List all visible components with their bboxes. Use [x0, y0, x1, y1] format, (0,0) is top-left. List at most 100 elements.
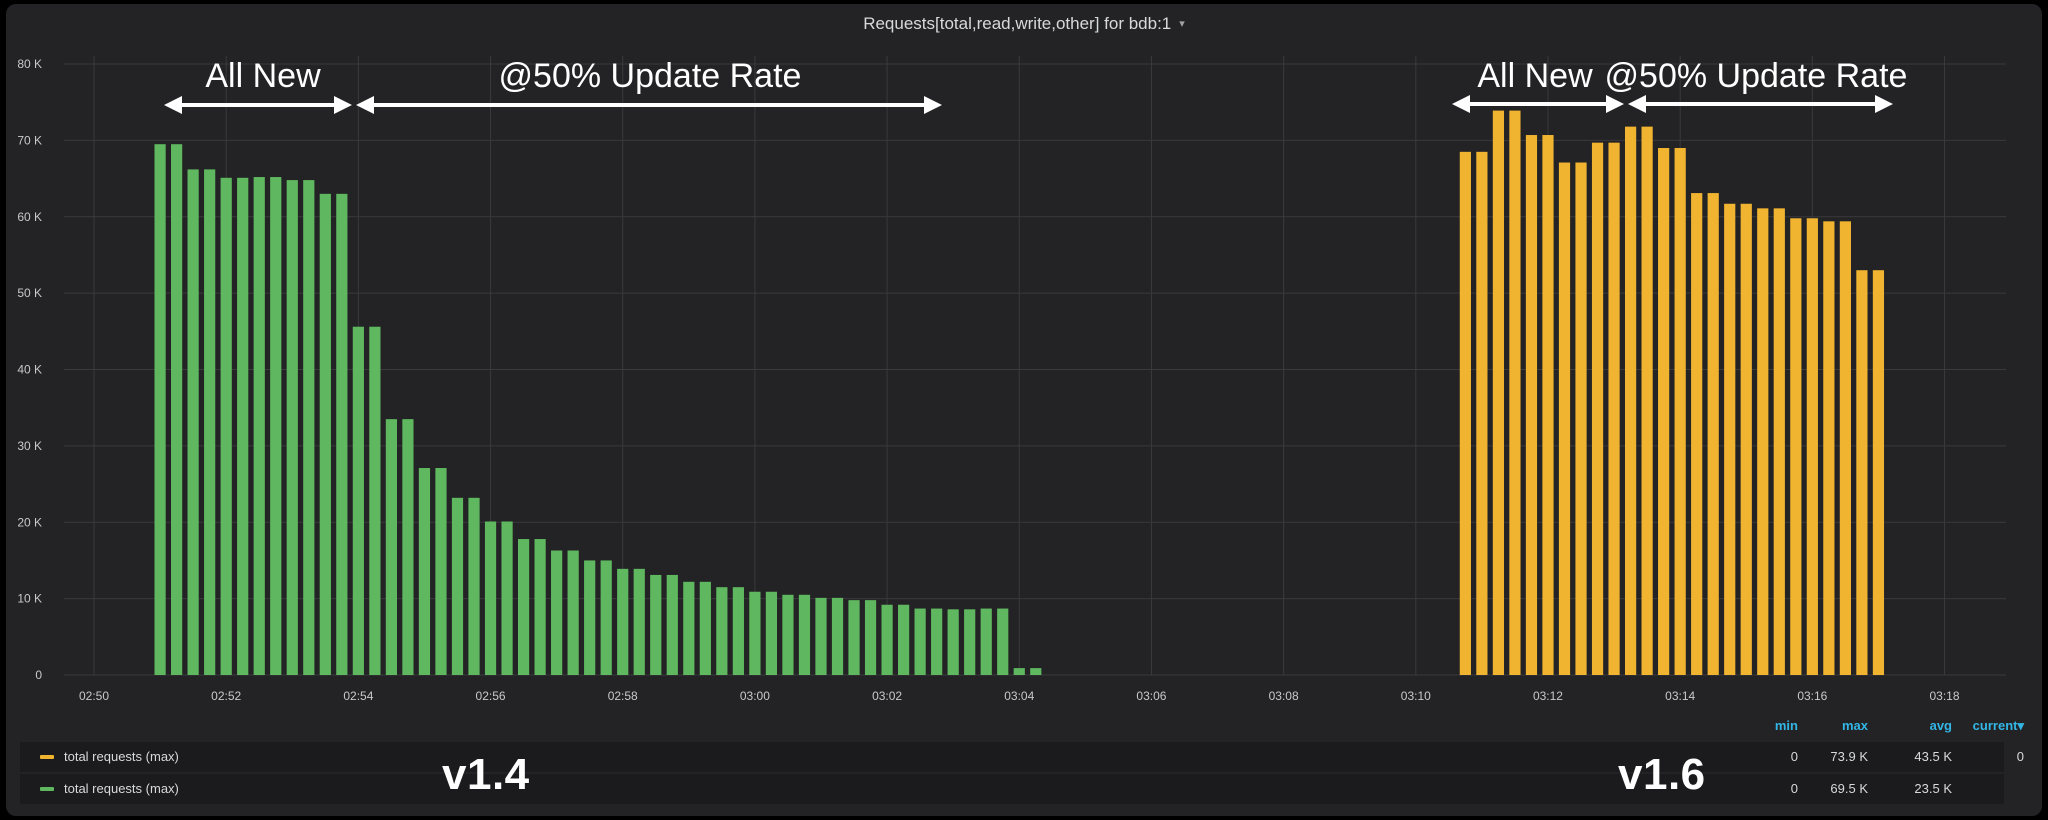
x-tick-label: 03:14: [1665, 689, 1695, 703]
y-tick-label: 50 K: [17, 286, 42, 300]
bar-v1-4: [650, 574, 662, 675]
legend-avg-value: 23.5 K: [1914, 781, 1952, 796]
bar-v1-4: [253, 177, 265, 675]
legend-swatch-v16[interactable]: [40, 755, 54, 759]
arrow-left-update-rate-icon-right-head: [924, 96, 942, 114]
bar-v1-4: [964, 609, 976, 675]
bar-v1-4: [204, 169, 216, 675]
bar-v1-6: [1856, 270, 1868, 675]
graph-panel: Requests[total,read,write,other] for bdb…: [6, 4, 2042, 816]
bar-v1-4: [782, 594, 794, 675]
y-tick-label: 10 K: [17, 592, 42, 606]
x-tick-label: 03:10: [1401, 689, 1431, 703]
bar-v1-4: [468, 497, 480, 675]
y-tick-label: 0: [35, 668, 42, 682]
bar-v1-6: [1591, 142, 1604, 675]
bar-v1-4: [551, 550, 563, 675]
bar-v1-4: [517, 539, 530, 675]
bar-v1-4: [270, 177, 282, 675]
chart-plot: 0 10 K 20 K 30 K 40 K 50 K 60 K 70 K 80 K 02:50 02…: [17, 56, 2006, 703]
x-tick-label: 03:00: [740, 689, 770, 703]
x-tick-label: 03:06: [1136, 689, 1166, 703]
bar-v1-4: [749, 591, 761, 675]
bar-v1-4: [484, 521, 497, 675]
bar-v1-4: [237, 177, 249, 675]
y-tick-label: 40 K: [17, 363, 42, 377]
bar-v1-6: [1691, 193, 1703, 676]
x-tick-label: 03:18: [1930, 689, 1960, 703]
bar-v1-4: [815, 597, 827, 675]
bar-v1-4: [683, 581, 695, 675]
y-tick-label: 60 K: [17, 210, 42, 224]
bar-v1-4: [666, 574, 678, 675]
bar-v1-4: [881, 604, 893, 675]
bar-v1-4: [600, 560, 612, 675]
bar-v1-4: [501, 521, 513, 675]
legend-label[interactable]: total requests (max): [64, 781, 179, 796]
bar-v1-6: [1459, 151, 1471, 676]
bar-v1-4: [997, 608, 1009, 675]
x-tick-label: 02:54: [343, 689, 373, 703]
bar-v1-6: [1641, 126, 1653, 675]
arrow-left-all-new-icon-right-head: [334, 96, 352, 114]
legend-avg-value: 43.5 K: [1914, 749, 1952, 764]
bar-v1-4: [534, 539, 546, 675]
arrow-right-all-new-icon-right-head: [1606, 95, 1624, 113]
bar-v1-4: [319, 193, 331, 675]
bar-v1-6: [1542, 135, 1554, 675]
legend-min-value: 0: [1790, 749, 1798, 764]
bar-v1-4: [765, 591, 778, 675]
bar-v1-6: [1773, 208, 1785, 675]
bar-v1-4: [617, 568, 629, 675]
bar-v1-6: [1724, 203, 1736, 676]
bar-v1-6: [1740, 203, 1752, 676]
arrow-right-all-new-icon-left-head: [1452, 95, 1470, 113]
bar-v1-6: [1790, 218, 1802, 675]
arrow-left-all-new-icon: [164, 96, 352, 114]
bar-v1-4: [385, 419, 398, 675]
bar-v1-6: [1757, 208, 1769, 675]
y-tick-label: 80 K: [17, 57, 42, 71]
legend-swatch-v14[interactable]: [40, 787, 54, 791]
bar-v1-4: [914, 608, 926, 675]
bar-v1-6: [1839, 221, 1851, 675]
bar-v1-6: [1872, 270, 1885, 675]
bar-v1-6: [1558, 162, 1571, 675]
legend-max-value: 69.5 K: [1830, 781, 1868, 796]
arrow-right-update-rate-icon-left-head: [1628, 95, 1646, 113]
legend-header-current[interactable]: current▾: [1954, 718, 2024, 734]
bar-v1-4: [352, 326, 364, 675]
bar-v1-4: [451, 497, 464, 675]
arrow-right-update-rate-icon: [1628, 95, 1893, 113]
x-tick-label: 03:12: [1533, 689, 1563, 703]
legend-min-value: 0: [1790, 781, 1798, 796]
bar-v1-6: [1575, 162, 1587, 675]
legend-header-max[interactable]: max: [1798, 718, 1868, 733]
legend-row-v16[interactable]: total requests (max) 0 73.9 K 43.5 K 0: [20, 742, 2024, 772]
bar-v1-4: [1013, 668, 1025, 675]
annotation-right-update-rate: @50% Update Rate: [1605, 57, 1908, 95]
y-tick-label: 20 K: [17, 515, 42, 529]
legend-row-v14[interactable]: total requests (max) 0 69.5 K 23.5 K: [20, 774, 2004, 804]
bar-v1-6: [1608, 142, 1620, 675]
legend-header-min[interactable]: min: [1728, 718, 1798, 733]
legend-header-avg[interactable]: avg: [1882, 718, 1952, 733]
bar-v1-4: [187, 169, 199, 675]
bar-v1-4: [699, 581, 711, 675]
x-tick-label: 03:16: [1797, 689, 1827, 703]
annotation-right-all-new: All New: [1477, 57, 1593, 95]
bar-v1-4: [848, 600, 860, 675]
arrow-right-all-new-icon: [1452, 95, 1624, 113]
x-tick-label: 02:58: [608, 689, 638, 703]
bar-v1-4: [931, 608, 943, 675]
bar-v1-4: [418, 468, 431, 675]
bar-v1-6: [1806, 218, 1818, 675]
annotation-left-all-new: All New: [205, 57, 321, 95]
legend-label[interactable]: total requests (max): [64, 749, 179, 764]
bar-v1-6: [1674, 148, 1686, 675]
annotations-layer: All New @50% Update Rate All New @50% Up…: [164, 57, 1907, 114]
bar-v1-4: [798, 594, 811, 675]
bar-v1-6: [1509, 110, 1521, 676]
bar-v1-4: [154, 144, 166, 676]
bar-v1-4: [402, 419, 414, 675]
